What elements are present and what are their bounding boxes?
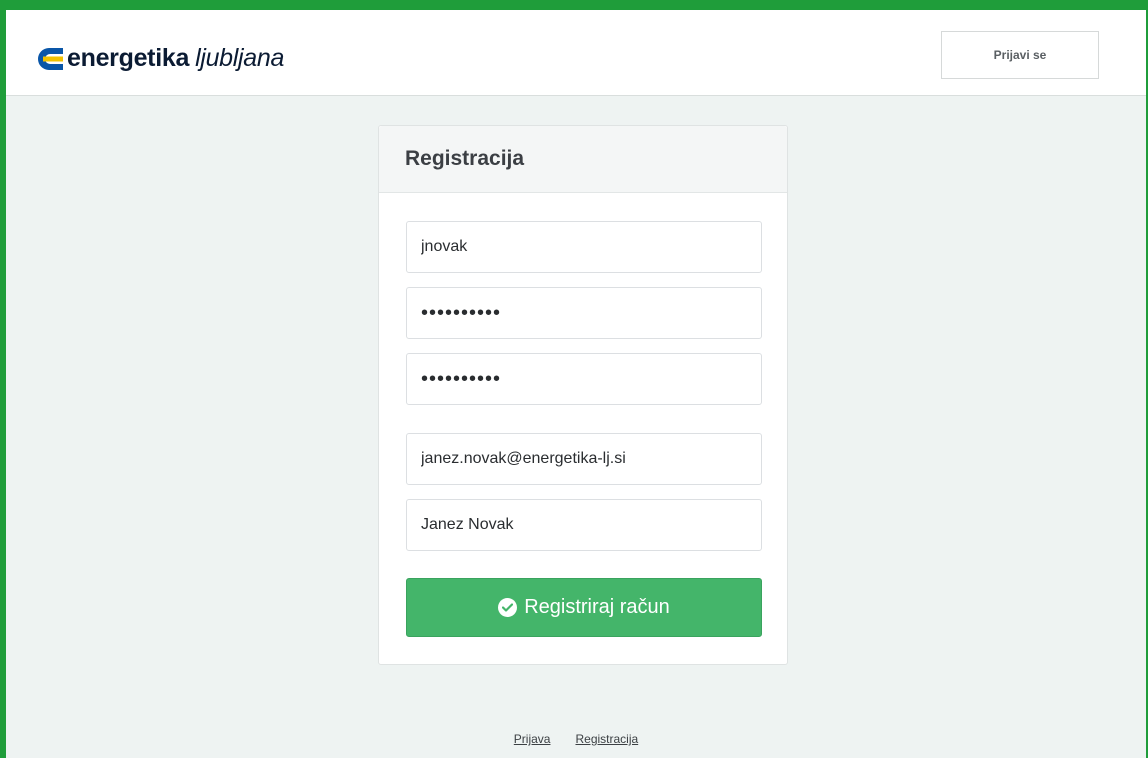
footer-link-prijava[interactable]: Prijava <box>514 732 551 746</box>
password-confirm-input[interactable] <box>406 353 762 405</box>
top-header: energetika ljubljana Prijavi se <box>6 10 1146 96</box>
page-title: Registracija <box>405 147 525 170</box>
energetika-logo[interactable]: energetika ljubljana <box>34 44 284 73</box>
footer-link-registracija[interactable]: Registracija <box>575 732 638 746</box>
card-header: Registracija <box>379 126 787 193</box>
energetika-logo-mark-icon <box>38 47 63 70</box>
fullname-input[interactable] <box>406 499 762 551</box>
username-input[interactable] <box>406 221 762 273</box>
registration-card: Registracija Registriraj račun <box>378 125 788 665</box>
email-input[interactable] <box>406 433 762 485</box>
password-input[interactable] <box>406 287 762 339</box>
app-frame: energetika ljubljana Prijavi se Registra… <box>6 10 1146 758</box>
check-circle-icon <box>498 598 518 617</box>
register-account-label: Registriraj račun <box>524 596 670 618</box>
footer-links: Prijava Registracija <box>6 732 1146 746</box>
logo-text-energetika: energetika <box>67 44 190 72</box>
register-account-button[interactable]: Registriraj račun <box>406 578 762 637</box>
login-button[interactable]: Prijavi se <box>941 31 1099 79</box>
logo-text-ljubljana: ljubljana <box>195 44 285 72</box>
